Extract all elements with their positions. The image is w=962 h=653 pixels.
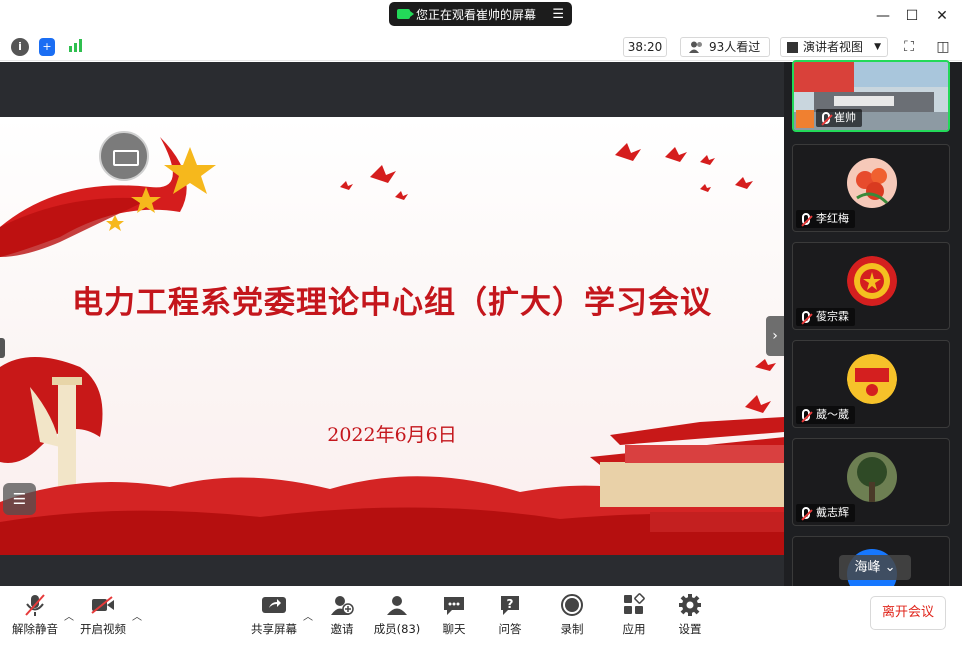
info-icon[interactable]: i [11, 38, 29, 56]
question-icon: ? [501, 596, 519, 615]
chat-label: 聊天 [442, 622, 466, 636]
avatar [847, 158, 897, 208]
unmute-label: 解除静音 [12, 622, 58, 636]
view-mode-label: 演讲者视图 [803, 40, 864, 54]
chevron-down-icon: ▼ [874, 42, 881, 52]
participant-name: 葰宗霖 [796, 308, 855, 326]
meeting-toolbar: i + 38:20 93人看过 演讲者视图 ▼ ⛶ ◫ [0, 33, 962, 61]
slide-title: 电力工程系党委理论中心组（扩大）学习会议 [72, 285, 712, 321]
meeting-controls: 解除静音 ︿ 开启视频 ︿ 共享屏幕 ︿ 邀请 成员(83) 聊天 ? 问答 录… [0, 586, 962, 653]
sidebar-toggle-icon[interactable]: ◫ [932, 37, 954, 57]
participant-name: 葳～葳 [796, 406, 855, 424]
participant-name: 李红梅 [796, 210, 855, 228]
screen-share-banner[interactable]: 您正在观看崔帅的屏幕 ☰ [389, 2, 572, 26]
audio-options-caret-icon[interactable]: ︿ [64, 608, 74, 623]
avatar [847, 256, 897, 306]
start-video-button[interactable]: 开启视频 [74, 592, 132, 644]
close-icon[interactable]: ✕ [932, 8, 952, 24]
fullscreen-icon[interactable]: ⛶ [898, 37, 920, 57]
participant-name: 崔帅 [816, 109, 862, 127]
apps-grid-icon [624, 593, 645, 614]
qa-label: 问答 [498, 622, 522, 636]
maximize-icon[interactable]: ☐ [902, 8, 922, 24]
participant-tile[interactable]: 葳～葳 [792, 340, 950, 428]
mic-muted-icon [802, 213, 810, 225]
record-icon [561, 594, 583, 616]
video-options-caret-icon[interactable]: ︿ [132, 608, 142, 623]
share-screen-label: 共享屏幕 [251, 622, 297, 636]
gallery-scroll-overlay[interactable]: 海峰 ⌄ [839, 555, 911, 580]
chat-icon [444, 597, 464, 615]
participant-tile[interactable]: 葰宗霖 [792, 242, 950, 330]
signal-bars-icon[interactable] [67, 38, 85, 56]
svg-text:?: ? [507, 597, 514, 611]
avatar [847, 354, 897, 404]
mic-muted-icon [802, 409, 810, 421]
viewers-label: 93人看过 [709, 40, 761, 54]
apps-label: 应用 [622, 622, 646, 636]
collapse-gallery-chevron-icon[interactable]: › [766, 316, 784, 356]
microphone-icon [822, 112, 830, 124]
menu-icon[interactable]: ☰ [552, 7, 564, 22]
mic-muted-icon [802, 507, 810, 519]
left-panel-grip[interactable] [0, 338, 5, 358]
record-label: 录制 [560, 622, 584, 636]
share-screen-icon [262, 597, 286, 613]
presentation-slide: 电力工程系党委理论中心组（扩大）学习会议 2022年6月6日 [0, 117, 784, 555]
apps-button[interactable]: 应用 [605, 592, 663, 644]
add-person-icon [331, 596, 354, 615]
minimize-icon[interactable]: — [873, 8, 893, 24]
members-icon [387, 596, 407, 615]
settings-label: 设置 [678, 622, 702, 636]
share-screen-button[interactable]: 共享屏幕 [245, 592, 303, 644]
members-button[interactable]: 成员(83) [368, 592, 426, 644]
record-button[interactable]: 录制 [543, 592, 601, 644]
slide-date: 2022年6月6日 [327, 424, 457, 446]
slide-decoration [0, 137, 784, 555]
viewers-count[interactable]: 93人看过 [680, 37, 770, 57]
keyboard-icon[interactable] [99, 131, 149, 181]
gear-icon [679, 594, 701, 616]
title-bar: 您正在观看崔帅的屏幕 ☰ — ☐ ✕ [0, 0, 962, 33]
share-options-caret-icon[interactable]: ︿ [303, 608, 313, 623]
participant-tile[interactable]: 崔帅 [792, 60, 950, 132]
avatar [847, 452, 897, 502]
members-label: 成员(83) [373, 622, 421, 636]
view-mode-dropdown[interactable]: 演讲者视图 ▼ [780, 37, 888, 57]
video-camera-icon [397, 9, 414, 19]
list-menu-icon[interactable]: ☰ [3, 483, 36, 515]
participant-gallery: 崔帅 李红梅 葰宗霖 葳～葳 戴志辉 [784, 60, 962, 596]
invite-label: 邀请 [330, 622, 354, 636]
security-shield-icon[interactable]: + [39, 38, 55, 56]
start-video-label: 开启视频 [80, 622, 126, 636]
settings-button[interactable]: 设置 [661, 592, 719, 644]
mic-muted-icon [25, 594, 45, 616]
unmute-button[interactable]: 解除静音 [6, 592, 64, 644]
participant-name: 戴志辉 [796, 504, 855, 522]
mic-muted-icon [802, 311, 810, 323]
video-off-icon [91, 596, 114, 614]
people-icon [689, 41, 702, 53]
chevron-down-icon: ⌄ [884, 560, 896, 575]
meeting-timer: 38:20 [623, 37, 667, 57]
invite-button[interactable]: 邀请 [313, 592, 371, 644]
user-avatar-icon [796, 110, 814, 128]
leave-meeting-button[interactable]: 离开会议 [870, 596, 946, 630]
speaker-view-icon [787, 42, 798, 53]
participant-tile[interactable]: 戴志辉 [792, 438, 950, 526]
chat-button[interactable]: 聊天 [425, 592, 483, 644]
qa-button[interactable]: ? 问答 [481, 592, 539, 644]
participant-tile[interactable]: 李红梅 [792, 144, 950, 232]
share-banner-text: 您正在观看崔帅的屏幕 [416, 7, 537, 22]
